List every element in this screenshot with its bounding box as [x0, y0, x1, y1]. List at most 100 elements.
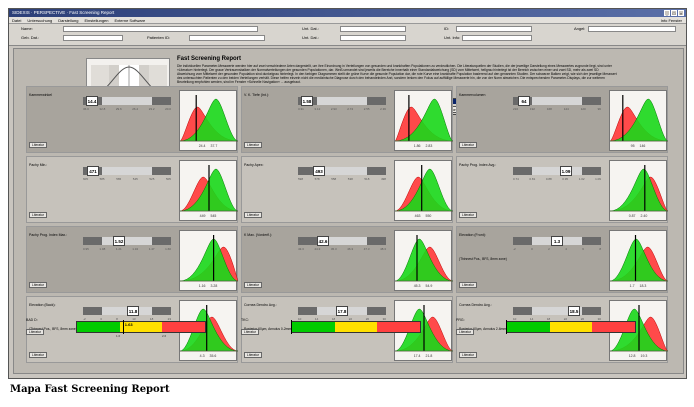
summary-indicator: TKC: Literatur	[241, 318, 456, 336]
gauge-tick: 48.3	[380, 247, 386, 251]
parameter-gauge: 64 216 192 168 144 120 96	[513, 96, 601, 111]
summary-indicator: PRG: Literatur	[456, 318, 671, 336]
parameter-cell: Pachy Min.: 471 605 585 565 545 525 505 449 5…	[26, 156, 238, 223]
gauge-tick: 518	[364, 177, 370, 181]
gauge-tick: 120	[580, 107, 586, 111]
literatur-button[interactable]: Literatur	[29, 212, 48, 218]
parameter-gauge: 1.09 0.74 0.81 0.88 0.95 1.02 1.09	[513, 166, 601, 181]
exam-date-field[interactable]	[340, 26, 406, 32]
parameter-subtitle: (Thinnest Pos., BFS, 8mm zone)	[459, 257, 507, 261]
healthy-curve	[610, 168, 668, 212]
traffic-light-bar	[506, 321, 636, 333]
distribution-curves	[180, 95, 238, 142]
gauge-tick: 26.4	[132, 107, 139, 111]
literatur-button[interactable]: Literatur	[244, 282, 263, 288]
healthy-mean: 95	[630, 144, 635, 148]
literatur-button[interactable]: Literatur	[244, 352, 263, 358]
gauge-ticks: 216 192 168 144 120 96	[513, 107, 601, 111]
summary-threshold-low: 1.6	[116, 334, 121, 338]
birth-field[interactable]	[63, 35, 123, 41]
parameter-gauge: 14.4 36.0 32.8 29.6 26.4 23.2 20.0	[83, 96, 171, 111]
parameter-title: Cornea Dendro Avg.:	[459, 303, 492, 307]
literatur-button[interactable]: Literatur	[29, 282, 48, 288]
traffic-light-bar	[291, 321, 421, 333]
gauge-tick: 168	[546, 107, 552, 111]
literatur-button[interactable]: Literatur	[459, 212, 478, 218]
gauge-tick: 578	[314, 177, 320, 181]
close-icon[interactable]: ×	[678, 10, 684, 16]
gauge-tick: 1.34	[132, 247, 139, 251]
parameter-cell: Kammerwinkel 14.4 36.0 32.8 29.6 26.4 23.2 20…	[26, 86, 238, 153]
pathological-mean: 35.6	[209, 354, 217, 358]
report-title: Fast Screening Report	[177, 56, 242, 62]
literatur-button[interactable]: Literatur	[244, 142, 263, 148]
exam-date2-field[interactable]	[340, 35, 406, 41]
distribution-chart: 1.7 18.3	[609, 230, 668, 291]
summary-marker	[506, 320, 507, 334]
parameter-cell: K Max. (Vorderfl.): 42.6 43.3 44.3 45.3 46.…	[241, 226, 453, 293]
menu-item-externe-software[interactable]: Externe Software	[115, 17, 146, 23]
gauge-ticks: 605 585 565 545 525 505	[83, 177, 171, 181]
parameter-title: Kammervolumen	[459, 93, 486, 97]
gauge-value: 1.52	[113, 236, 125, 246]
summary-marker	[291, 320, 292, 334]
literatur-button[interactable]: Literatur	[459, 352, 478, 358]
menu-right[interactable]: Info Fenster	[661, 17, 682, 23]
menu-item-einstellungen[interactable]: Einstellungen	[84, 17, 108, 23]
pathological-mean: 550	[425, 214, 432, 218]
gauge-tick: 538	[347, 177, 353, 181]
parameter-title: Pachy Apex:	[244, 163, 264, 167]
distribution-chart: 1.16 3.28	[179, 230, 238, 291]
gauge-tick: 2.36	[380, 107, 386, 111]
id-field[interactable]	[456, 26, 532, 32]
menu-item-untersuchung[interactable]: Untersuchung	[27, 17, 52, 23]
literatur-button[interactable]: Literatur	[29, 352, 48, 358]
gauge-tick: 2.74	[347, 107, 354, 111]
parameter-gauge: 42.6 43.3 44.3 45.3 46.3 47.3 48.3	[298, 236, 386, 251]
gauge-tick: 0.95	[83, 247, 89, 251]
patient-id-field[interactable]	[189, 35, 265, 41]
menu-item-darstellung[interactable]: Darstellung	[58, 17, 78, 23]
healthy-mean: 4.3	[199, 354, 205, 358]
menu-item-datei[interactable]: Datei	[12, 17, 21, 23]
gauge-tick: 498	[380, 177, 386, 181]
minimize-icon[interactable]: _	[664, 10, 670, 16]
distribution-curves	[180, 235, 238, 282]
report-panel: Mean +SD +2SD Fast Screening Report Die …	[13, 48, 684, 374]
gauge-tick: 545	[132, 177, 138, 181]
parameter-gauge: 1.52 0.95 1.08 1.21 1.34 1.47 1.60	[83, 236, 171, 251]
literatur-button[interactable]: Literatur	[29, 142, 48, 148]
name-label: Name:	[21, 26, 33, 31]
angel-label: Angel:	[574, 26, 586, 31]
angel-field[interactable]	[588, 26, 676, 32]
name-field[interactable]	[63, 26, 258, 32]
gauge-tick: 96	[597, 107, 601, 111]
literatur-button[interactable]: Literatur	[241, 329, 260, 335]
gauge-tick: 44.3	[314, 247, 321, 251]
pathological-mean: 3.28	[210, 284, 218, 288]
title-bar: SIDEXIS · PERSPECTIVE · Fast Screening R…	[9, 9, 686, 17]
parameter-title: Elevation (Front):	[459, 233, 486, 237]
figure-caption: Mapa Fast Screening Report	[10, 384, 170, 395]
gauge-tick: 43.3	[298, 247, 304, 251]
patient-bar: Name: Geb. Dat.: Patienten ID: Unt. Dat.…	[9, 24, 686, 46]
exam-info-field[interactable]	[462, 35, 532, 41]
gauge-ticks: 598 578 558 538 518 498	[298, 177, 386, 181]
literatur-button[interactable]: Literatur	[26, 329, 45, 335]
gauge-value: 14.4	[86, 96, 98, 106]
birth-label: Geb. Dat.:	[21, 35, 40, 40]
gauge-ticks: 36.0 32.8 29.6 26.4 23.2 20.0	[83, 107, 171, 111]
literatur-button[interactable]: Literatur	[459, 282, 478, 288]
gauge-tick: 20.0	[165, 107, 171, 111]
literatur-button[interactable]: Literatur	[459, 142, 478, 148]
gauge-tick: 36.0	[83, 107, 89, 111]
healthy-mean: 1.16	[198, 284, 206, 288]
pathological-mean: 146	[639, 144, 646, 148]
literatur-button[interactable]: Literatur	[456, 329, 475, 335]
gauge-tick: 598	[298, 177, 304, 181]
maximize-icon[interactable]: □	[671, 10, 677, 16]
literatur-button[interactable]: Literatur	[244, 212, 263, 218]
healthy-mean: 24.4	[198, 144, 206, 148]
gauge-tick: 0	[531, 247, 533, 251]
gauge-value: 493	[313, 166, 325, 176]
